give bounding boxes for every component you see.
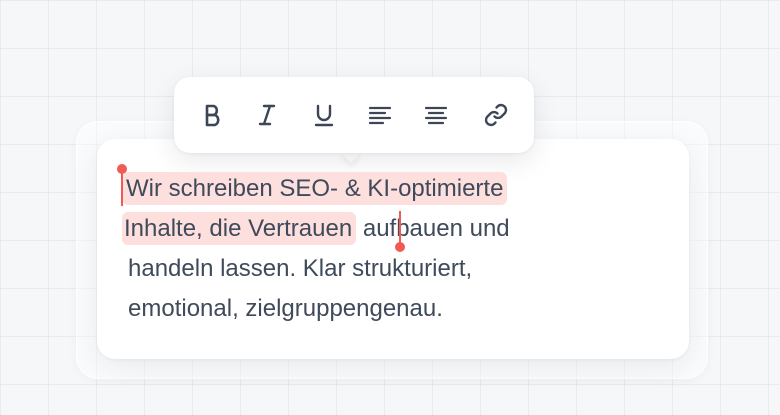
bold-button[interactable] — [193, 97, 233, 133]
underline-icon — [314, 104, 334, 127]
selected-text: Inhalte, die Vertrauen — [122, 212, 357, 245]
link-icon — [484, 103, 508, 127]
align-center-button[interactable] — [416, 97, 456, 133]
selection-end-handle[interactable] — [395, 242, 405, 252]
text-line: Inhalte, die Vertrauen aufbauen und — [122, 209, 648, 249]
link-button[interactable] — [476, 97, 516, 133]
italic-icon — [258, 104, 276, 126]
bold-icon — [205, 104, 220, 127]
italic-button[interactable] — [247, 97, 287, 133]
unselected-text: aufbauen und — [356, 215, 510, 242]
text-line: Wir schreiben SEO- & KI-optimierte — [122, 169, 648, 209]
editor-text[interactable]: Wir schreiben SEO- & KI-optimierte Inhal… — [122, 169, 648, 329]
text-line: handeln lassen. Klar strukturiert, — [128, 255, 473, 282]
align-left-icon — [368, 106, 392, 125]
underline-button[interactable] — [304, 97, 344, 133]
align-center-icon — [424, 106, 448, 125]
selection-start-caret — [121, 168, 123, 206]
selected-text: Wir schreiben SEO- & KI-optimierte — [122, 172, 508, 205]
align-left-button[interactable] — [360, 97, 400, 133]
text-line: emotional, zielgruppengenau. — [128, 295, 443, 322]
formatting-toolbar — [174, 77, 534, 153]
